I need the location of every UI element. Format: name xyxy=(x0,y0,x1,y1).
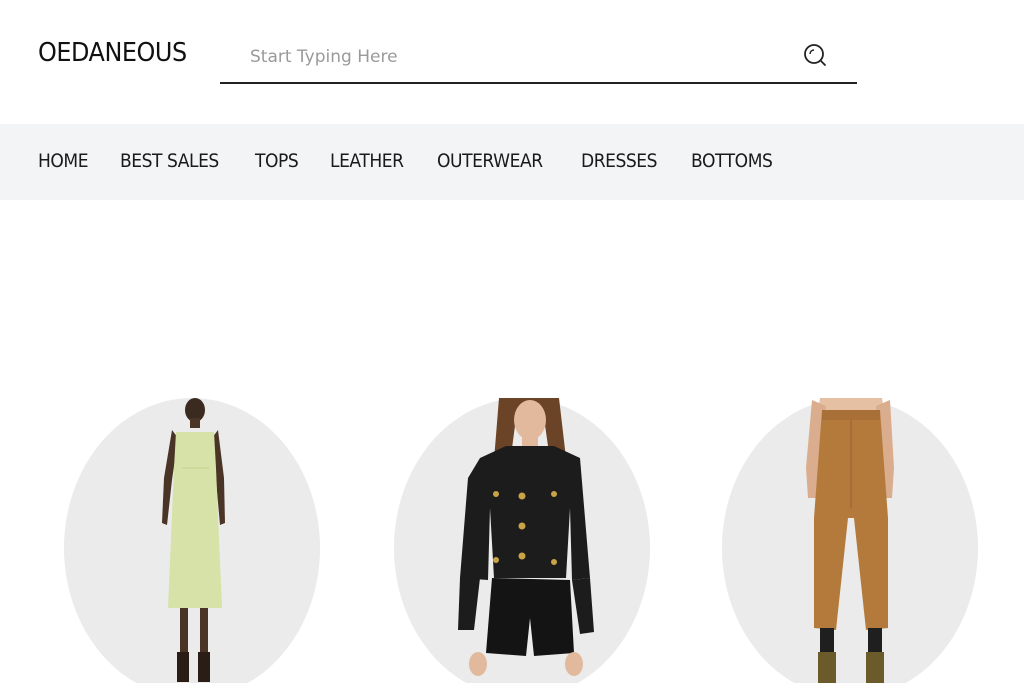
search-icon[interactable] xyxy=(802,42,828,68)
product-card-leather-jacket[interactable] xyxy=(394,398,650,683)
nav-item-bottoms[interactable]: BOTTOMS xyxy=(691,150,773,172)
main-nav: HOME BEST SALES TOPS LEATHER OUTERWEAR D… xyxy=(0,124,1024,200)
slip-dress-image xyxy=(162,398,225,682)
search-input[interactable] xyxy=(248,42,792,72)
nav-item-best-sales[interactable]: BEST SALES xyxy=(120,150,219,172)
site-header: OEDANEOUS xyxy=(0,0,1024,124)
brand-logo[interactable]: OEDANEOUS xyxy=(38,38,187,68)
nav-item-tops[interactable]: TOPS xyxy=(255,150,299,172)
nav-item-leather[interactable]: LEATHER xyxy=(330,150,404,172)
nav-item-dresses[interactable]: DRESSES xyxy=(581,150,658,172)
nav-item-home[interactable]: HOME xyxy=(38,150,89,172)
nav-item-outerwear[interactable]: OUTERWEAR xyxy=(437,150,543,172)
leather-jacket-image xyxy=(458,398,594,676)
product-card-slip-dress[interactable] xyxy=(64,398,320,683)
product-card-camel-trousers[interactable] xyxy=(722,398,978,683)
camel-trousers-image xyxy=(806,398,894,683)
search-bar xyxy=(220,34,857,84)
